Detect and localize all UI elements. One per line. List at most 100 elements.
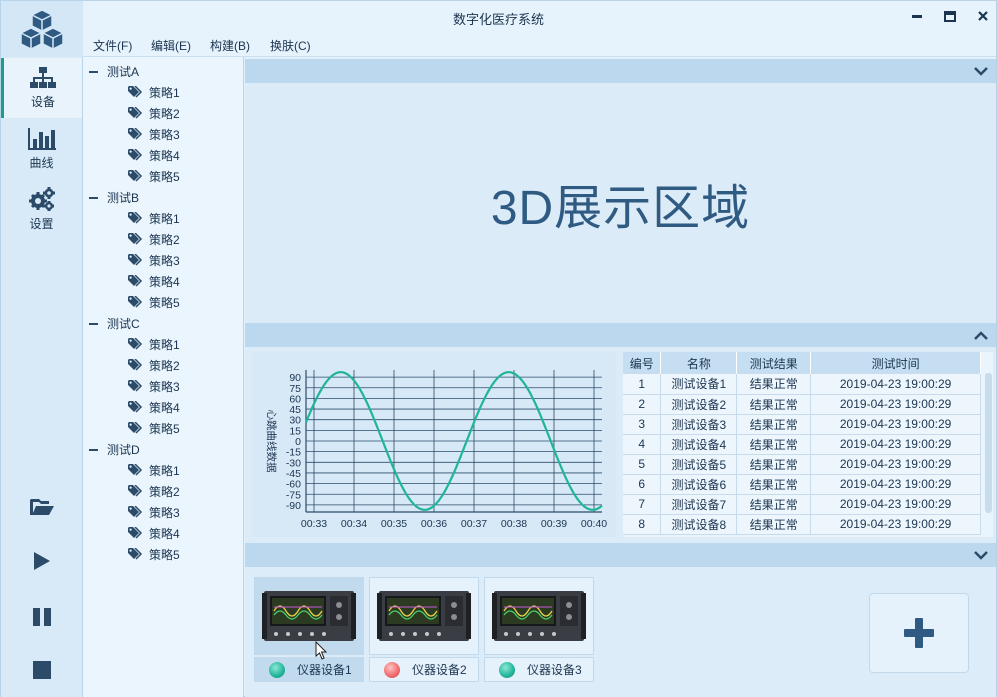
tree-leaf[interactable]: 策略1 — [128, 82, 180, 103]
data-panel-header[interactable] — [245, 323, 996, 347]
tree-leaf[interactable]: 策略4 — [128, 271, 180, 292]
devices-panel-header[interactable] — [245, 543, 996, 567]
x-tick-label: 00:34 — [341, 518, 367, 530]
tree-node[interactable]: 测试D — [89, 439, 140, 460]
tree-node[interactable]: 测试B — [89, 187, 139, 208]
device-card-2[interactable] — [369, 577, 479, 655]
tree-leaf[interactable]: 策略2 — [128, 229, 180, 250]
device-label-1[interactable]: 仪器设备1 — [254, 657, 364, 682]
tree-leaf-label: 策略1 — [149, 86, 180, 100]
menu-skin[interactable]: 换肤(C) — [270, 37, 311, 54]
result-table-container: 编号 名称 测试结果 测试时间 1 测试设备1 结果正常 2019-04-23 19:… — [623, 352, 993, 537]
tree-leaf[interactable]: 策略2 — [128, 481, 180, 502]
collapse-icon[interactable] — [89, 322, 98, 325]
table-cell: 2019-04-23 19:00:29 — [810, 394, 981, 415]
oscilloscope-image-icon — [377, 591, 471, 641]
chevron-down-icon[interactable] — [974, 66, 988, 76]
tree-leaf[interactable]: 策略3 — [128, 502, 180, 523]
collapse-icon[interactable] — [89, 70, 98, 73]
tree-leaf[interactable]: 策略3 — [128, 124, 180, 145]
tree-leaf-label: 策略3 — [149, 380, 180, 394]
tree-leaf[interactable]: 策略1 — [128, 460, 180, 481]
table-cell: 5 — [623, 454, 662, 475]
minimize-icon — [912, 15, 922, 18]
tree-leaf[interactable]: 策略3 — [128, 250, 180, 271]
tree-leaf[interactable]: 策略5 — [128, 544, 180, 565]
tree-leaf[interactable]: 策略4 — [128, 145, 180, 166]
open-button[interactable] — [1, 487, 82, 527]
table-row[interactable]: 1 测试设备1 结果正常 2019-04-23 19:00:29 — [623, 374, 981, 395]
nav-label-settings: 设置 — [29, 216, 54, 231]
col-header-result[interactable]: 测试结果 — [736, 352, 812, 374]
x-tick-label: 00:35 — [381, 518, 407, 530]
col-header-name[interactable]: 名称 — [660, 352, 738, 374]
tree-node[interactable]: 测试A — [89, 61, 139, 82]
tree-leaf[interactable]: 策略4 — [128, 523, 180, 544]
pause-icon — [32, 608, 51, 626]
tree-leaf[interactable]: 策略5 — [128, 418, 180, 439]
nav-item-curves[interactable]: 曲线 — [1, 119, 82, 179]
add-device-button[interactable] — [869, 593, 969, 673]
maximize-button[interactable] — [939, 6, 961, 26]
col-header-time[interactable]: 测试时间 — [810, 352, 981, 374]
table-cell: 结果正常 — [736, 494, 812, 515]
tree-leaf-label: 策略4 — [149, 275, 180, 289]
tree-leaf[interactable]: 策略1 — [128, 334, 180, 355]
close-button[interactable] — [972, 6, 994, 26]
menu-build[interactable]: 构建(B) — [210, 37, 250, 54]
nav-item-settings[interactable]: 设置 — [1, 179, 82, 239]
tree-leaf[interactable]: 策略2 — [128, 355, 180, 376]
table-row[interactable]: 2 测试设备2 结果正常 2019-04-23 19:00:29 — [623, 394, 981, 415]
minimize-button[interactable] — [906, 6, 928, 26]
table-row[interactable]: 8 测试设备8 结果正常 2019-04-23 19:00:29 — [623, 514, 981, 535]
tag-icon — [128, 212, 143, 224]
table-row[interactable]: 6 测试设备6 结果正常 2019-04-23 19:00:29 — [623, 474, 981, 495]
plus-icon — [904, 618, 934, 648]
table-cell: 结果正常 — [736, 514, 812, 535]
stop-button[interactable] — [1, 650, 82, 690]
tag-icon — [128, 380, 143, 392]
play-icon — [33, 552, 50, 570]
collapse-icon[interactable] — [89, 196, 98, 199]
tree-node[interactable]: 测试C — [89, 313, 140, 334]
table-cell: 结果正常 — [736, 414, 812, 435]
table-cell: 2019-04-23 19:00:29 — [810, 514, 981, 535]
table-cell: 8 — [623, 514, 662, 535]
view3d-header[interactable] — [245, 59, 996, 83]
collapse-icon[interactable] — [89, 448, 98, 451]
x-tick-label: 00:36 — [421, 518, 447, 530]
tree-leaf-label: 策略1 — [149, 338, 180, 352]
tag-icon — [128, 548, 143, 560]
tree-leaf[interactable]: 策略4 — [128, 397, 180, 418]
tree-leaf[interactable]: 策略5 — [128, 166, 180, 187]
table-row[interactable]: 4 测试设备4 结果正常 2019-04-23 19:00:29 — [623, 434, 981, 455]
tree-leaf[interactable]: 策略2 — [128, 103, 180, 124]
tree-leaf[interactable]: 策略1 — [128, 208, 180, 229]
play-button[interactable] — [1, 541, 82, 581]
tag-icon — [128, 128, 143, 140]
device-label-3[interactable]: 仪器设备3 — [484, 657, 594, 682]
table-scrollbar-thumb[interactable] — [985, 373, 992, 513]
device-label-2[interactable]: 仪器设备2 — [369, 657, 479, 682]
table-row[interactable]: 3 测试设备3 结果正常 2019-04-23 19:00:29 — [623, 414, 981, 435]
menu-file[interactable]: 文件(F) — [93, 37, 132, 54]
nav-label-curves: 曲线 — [29, 155, 54, 170]
tag-icon — [128, 401, 143, 413]
table-row[interactable]: 7 测试设备7 结果正常 2019-04-23 19:00:29 — [623, 494, 981, 515]
device-card-1[interactable] — [254, 577, 364, 655]
view3d-area[interactable]: 3D展示区域 — [245, 83, 996, 323]
table-cell: 测试设备5 — [660, 454, 738, 475]
pause-button[interactable] — [1, 597, 82, 637]
tree-leaf-label: 策略4 — [149, 527, 180, 541]
device-card-3[interactable] — [484, 577, 594, 655]
table-row[interactable]: 5 测试设备5 结果正常 2019-04-23 19:00:29 — [623, 454, 981, 475]
menu-edit[interactable]: 编辑(E) — [151, 37, 191, 54]
tag-icon — [128, 527, 143, 539]
tree-leaf[interactable]: 策略5 — [128, 292, 180, 313]
chevron-down-icon[interactable] — [974, 550, 988, 560]
chevron-up-icon[interactable] — [974, 330, 988, 340]
nav-item-devices[interactable]: 设备 — [1, 58, 82, 118]
col-header-id[interactable]: 编号 — [623, 352, 662, 374]
tag-icon — [128, 275, 143, 287]
tree-leaf[interactable]: 策略3 — [128, 376, 180, 397]
